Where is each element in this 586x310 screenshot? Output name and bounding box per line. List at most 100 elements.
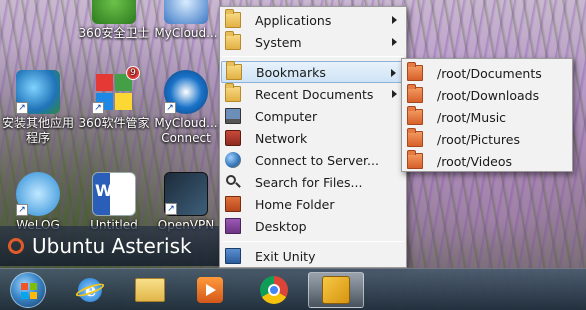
globe-shield-icon: ↗ [16,70,60,114]
menu-item-label: Desktop [255,218,307,234]
bookmark-label: /root/Videos [437,153,513,169]
desktop-icon-label: 360软件管家 [78,116,150,130]
chrome-icon [260,276,288,304]
home-folder-icon [225,196,241,212]
menu-item-label: Home Folder [255,196,335,212]
menu-item-recent-documents[interactable]: Recent Documents [221,83,405,105]
bookmark-pictures[interactable]: /root/Pictures [403,128,571,150]
taskbar-unity-app[interactable] [308,272,364,308]
desktop-icon-openvpn[interactable]: ↗ OpenVPN [150,172,222,233]
folder-icon [407,150,423,169]
start-button[interactable] [0,272,56,308]
menu-item-applications[interactable]: Applications [221,9,405,31]
menu-item-computer[interactable]: Computer [221,105,405,127]
bookmark-label: /root/Pictures [437,131,520,147]
taskbar-file-explorer[interactable] [122,272,178,308]
folder-icon [407,62,423,81]
bookmark-documents[interactable]: /root/Documents [403,62,571,84]
media-player-icon [197,277,223,303]
menu-separator [222,241,404,242]
bird-icon: ↗ [16,172,60,216]
desktop-icon-welog[interactable]: ↗ WeLOG [2,172,74,233]
cloud-icon [164,0,208,24]
shortcut-arrow-icon: ↗ [16,204,28,216]
menu-item-connect-to-server[interactable]: Connect to Server... [221,149,405,171]
desktop-icon-360-safe[interactable]: 360安全卫士 [78,0,150,41]
start-menu: Applications System Bookmarks Recent Doc… [219,6,407,268]
banner-title: Ubuntu Asterisk [32,234,192,258]
desktop-icon-label: 360安全卫士 [78,26,150,40]
desktop-icon-360-software[interactable]: 9 ↗ 360软件管家 [78,66,150,131]
globe-icon [225,152,241,168]
folder-icon [407,106,423,125]
shortcut-arrow-icon: ↗ [16,102,28,114]
folder-icon [226,61,242,80]
menu-item-label: Applications [255,12,332,28]
desktop-icon-label: 安装其他应用程序 [2,116,75,145]
taskbar-chrome[interactable] [246,272,302,308]
network-icon [225,130,241,146]
computer-icon [225,108,241,124]
desktop-icon-label: MyCloud... Connect [154,116,218,145]
folder-icon [225,83,241,102]
folder-icon [225,31,241,50]
menu-item-label: Recent Documents [255,86,374,102]
internet-explorer-icon: e [74,276,106,304]
unity-app-icon [322,276,350,304]
folder-icon [407,84,423,103]
menu-item-label: Computer [255,108,318,124]
taskbar-media-player[interactable] [182,272,238,308]
exit-icon [225,248,241,264]
desktop-icon-label: MyCloud... [154,26,218,40]
submenu-arrow-icon [392,90,397,98]
cloud-connect-icon: ↗ [164,70,208,114]
menu-item-desktop[interactable]: Desktop [221,215,405,237]
shortcut-arrow-icon: ↗ [92,102,104,114]
shortcut-arrow-icon: ↗ [165,203,177,215]
menu-item-system[interactable]: System [221,31,405,53]
bookmark-label: /root/Downloads [437,87,540,103]
desktop-icon [225,218,241,234]
submenu-arrow-icon [392,38,397,46]
menu-item-bookmarks[interactable]: Bookmarks [221,61,405,83]
apps-grid-icon: 9 ↗ [92,66,140,114]
folder-icon [407,128,423,147]
notification-badge: 9 [126,66,140,80]
folder-icon [225,9,241,28]
menu-item-home-folder[interactable]: Home Folder [221,193,405,215]
folder-library-icon [135,278,165,302]
menu-item-exit-unity[interactable]: Exit Unity [221,245,405,267]
menu-item-label: Bookmarks [256,64,326,80]
bookmark-downloads[interactable]: /root/Downloads [403,84,571,106]
submenu-arrow-icon [391,69,396,77]
taskbar: e [0,268,586,310]
ubuntu-asterisk-banner[interactable]: Ubuntu Asterisk [0,226,220,266]
bookmark-music[interactable]: /root/Music [403,106,571,128]
menu-separator [222,56,404,57]
menu-item-search-for-files[interactable]: Search for Files... [221,171,405,193]
menu-item-label: System [255,34,302,50]
bookmark-videos[interactable]: /root/Videos [403,150,571,172]
bookmark-label: /root/Music [437,109,507,125]
desktop-icon-word-doc[interactable]: W Untitled [78,172,150,233]
word-document-icon: W [92,172,136,216]
submenu-arrow-icon [392,16,397,24]
desktop-icon-mycloud-connect[interactable]: ↗ MyCloud... Connect [150,70,222,146]
bookmark-label: /root/Documents [437,65,542,81]
menu-item-label: Exit Unity [255,248,316,264]
menu-item-network[interactable]: Network [221,127,405,149]
taskbar-internet-explorer[interactable]: e [62,272,118,308]
menu-item-label: Connect to Server... [255,152,379,168]
bookmarks-submenu: /root/Documents /root/Downloads /root/Mu… [401,58,573,172]
shield-icon [92,0,136,24]
shortcut-arrow-icon: ↗ [164,102,176,114]
desktop-icon-install-apps[interactable]: ↗ 安装其他应用程序 [2,70,74,146]
menu-item-label: Search for Files... [255,174,363,190]
network-monitor-icon: ↗ [164,172,208,216]
ubuntu-logo-icon [8,238,24,254]
windows-logo-icon [10,272,46,308]
menu-item-label: Network [255,130,308,146]
word-letter-icon: W [95,181,113,200]
magnifier-icon [225,174,241,190]
desktop-icon-mycloud[interactable]: MyCloud... [150,0,222,41]
